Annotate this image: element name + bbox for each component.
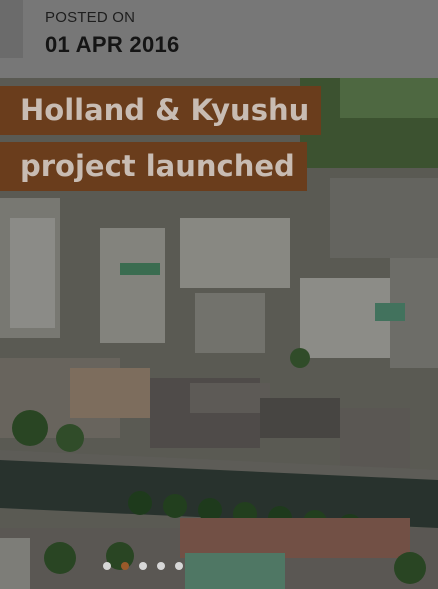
slider-dots bbox=[103, 562, 183, 570]
header-accent-bar bbox=[0, 0, 23, 58]
slider-dot-2-active[interactable] bbox=[121, 562, 129, 570]
slider-dot-5[interactable] bbox=[175, 562, 183, 570]
posted-on-label: POSTED ON bbox=[45, 9, 136, 26]
posted-date: 01 APR 2016 bbox=[45, 32, 180, 57]
slider-dot-3[interactable] bbox=[139, 562, 147, 570]
hero-image[interactable]: Holland & Kyushu project launched bbox=[0, 78, 438, 589]
post-title-line-1[interactable]: Holland & Kyushu bbox=[0, 86, 322, 135]
slider-dot-1[interactable] bbox=[103, 562, 111, 570]
post-title-line-2[interactable]: project launched bbox=[0, 142, 307, 191]
post-header: POSTED ON 01 APR 2016 bbox=[0, 0, 438, 78]
slider-dot-4[interactable] bbox=[157, 562, 165, 570]
